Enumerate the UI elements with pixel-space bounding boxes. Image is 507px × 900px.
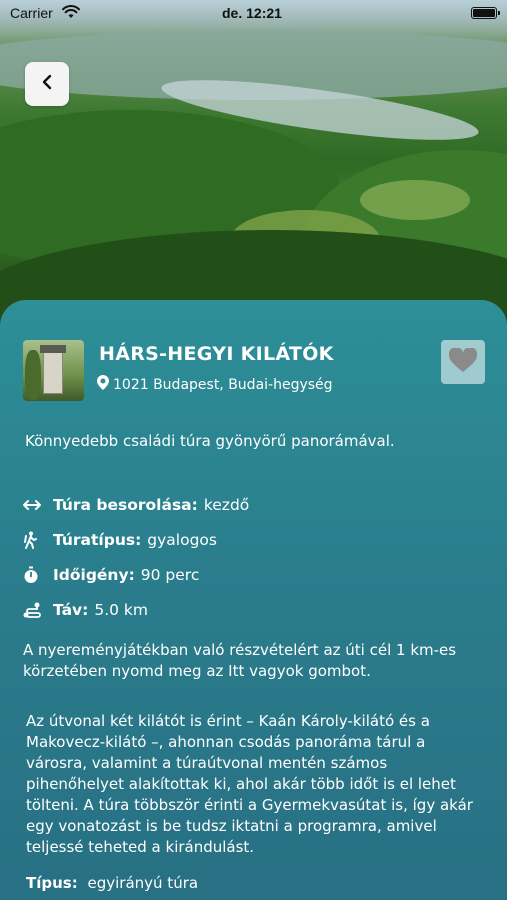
- favorite-button[interactable]: [441, 340, 485, 384]
- type-row: Típus: egyirányú túra: [26, 874, 198, 892]
- hiker-icon: [23, 531, 53, 549]
- facts-list: Túra besorolása: kezdő Túratípus: gyalog…: [23, 487, 249, 627]
- back-button[interactable]: [25, 62, 69, 106]
- location-text: 1021 Budapest, Budai-hegység: [113, 376, 333, 393]
- fact-label: Táv:: [53, 600, 89, 619]
- fact-duration: Időigény: 90 perc: [23, 557, 249, 592]
- status-bar: Carrier de. 12:21: [0, 0, 507, 28]
- hero-landscape-image: [0, 0, 507, 340]
- fact-label: Túratípus:: [53, 530, 142, 549]
- fact-value: gyalogos: [147, 530, 217, 549]
- heart-icon: [448, 346, 478, 377]
- fact-value: 90 perc: [140, 565, 200, 584]
- fact-label: Időigény:: [53, 565, 135, 584]
- fact-difficulty: Túra besorolása: kezdő: [23, 487, 249, 522]
- stopwatch-icon: [23, 566, 53, 584]
- location-pin-icon: [97, 375, 109, 394]
- intro-text: Könnyedebb családi túra gyönyörű panorám…: [25, 432, 395, 450]
- wifi-icon: [62, 5, 80, 23]
- fact-distance: Táv: 5.0 km: [23, 592, 249, 627]
- battery-icon: [471, 7, 500, 19]
- carrier-label: Carrier: [10, 5, 53, 21]
- type-label: Típus:: [26, 874, 78, 892]
- fact-value: 5.0 km: [94, 600, 148, 619]
- fact-label: Túra besorolása:: [53, 495, 198, 514]
- chevron-left-icon: [41, 74, 53, 94]
- fact-tour-type: Túratípus: gyalogos: [23, 522, 249, 557]
- type-value: egyirányú túra: [87, 874, 199, 892]
- clock: de. 12:21: [222, 5, 282, 21]
- arrows-horizontal-icon: [23, 499, 53, 511]
- fact-value: kezdő: [203, 495, 250, 514]
- place-thumbnail: [23, 340, 84, 401]
- prize-notice: A nyereményjátékban való részvételért az…: [23, 641, 457, 680]
- route-icon: [23, 602, 53, 618]
- route-description: Az útvonal két kilátót is érint – Kaán K…: [26, 712, 473, 856]
- place-title: HÁRS-HEGYI KILÁTÓK: [99, 343, 334, 365]
- location-row: 1021 Budapest, Budai-hegység: [97, 375, 333, 394]
